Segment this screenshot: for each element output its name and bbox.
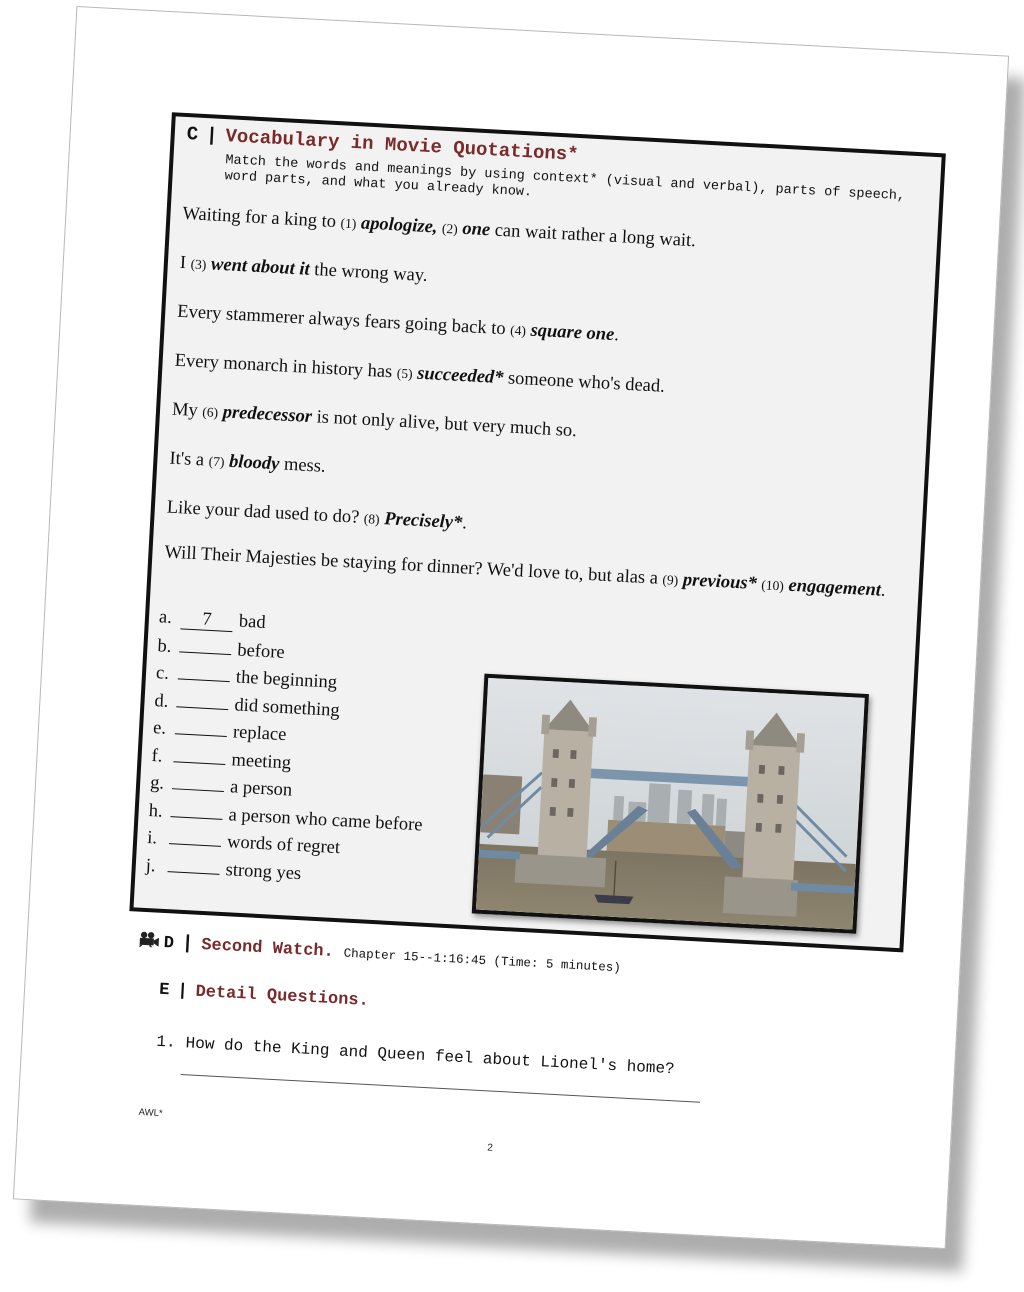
quote-text: It's a <box>168 448 210 471</box>
section-separator: | <box>176 981 189 1002</box>
quote-item: Every monarch in history has (5) succeed… <box>174 350 914 412</box>
meaning-text: meeting <box>231 749 292 773</box>
quote-text: the wrong way. <box>309 259 428 287</box>
answer-blank[interactable] <box>177 660 231 683</box>
vocab-word: square one <box>530 320 615 346</box>
quote-text: Like your dad used to do? <box>166 497 365 529</box>
quote-text: Every monarch in history has <box>174 350 398 383</box>
quote-number: (7) <box>208 453 225 470</box>
worksheet-page: C | Vocabulary in Movie Quotations* Match … <box>12 5 1010 1250</box>
quote-list: Waiting for a king to (1) apologize, (2)… <box>162 203 922 630</box>
answer-blank[interactable] <box>174 715 228 738</box>
answer-blank[interactable]: 7 <box>180 610 234 633</box>
tower-bridge-photo <box>471 673 869 934</box>
quote-text: mess. <box>278 454 327 477</box>
vocab-word: engagement <box>787 575 882 601</box>
section-c-box: C | Vocabulary in Movie Quotations* Match … <box>129 112 946 953</box>
vocab-word: predecessor <box>222 402 313 428</box>
item-letter: e. <box>152 718 167 739</box>
vocab-word: apologize <box>360 213 434 238</box>
answer-blank[interactable] <box>179 632 233 655</box>
quote-number: (3) <box>190 256 207 273</box>
answer-blank[interactable] <box>176 687 230 710</box>
quote-item: Every stammerer always fears going back … <box>177 301 917 363</box>
section-letter: E <box>158 980 170 1001</box>
meaning-text: bad <box>238 611 267 633</box>
section-d-header: D | Second Watch. Chapter 15--1:16:45 (Time… <box>137 930 621 978</box>
meaning-text: did something <box>233 694 341 721</box>
question-text: How do the King and Queen feel about Lio… <box>185 1034 676 1079</box>
vocab-word: succeeded* <box>416 363 504 389</box>
quote-text: can wait rather a long wait. <box>489 220 697 252</box>
answer-blank[interactable] <box>168 825 222 847</box>
item-letter: f. <box>151 745 163 767</box>
answer-blank[interactable] <box>173 742 227 765</box>
quote-number: (9) <box>662 572 679 588</box>
item-letter: h. <box>148 800 164 822</box>
answer-blank[interactable] <box>171 770 225 792</box>
meaning-text: a person <box>229 777 293 801</box>
item-letter: c. <box>155 663 170 684</box>
quote-number: (10) <box>760 577 785 594</box>
quote-text: . <box>613 325 620 346</box>
quote-text: someone who's dead. <box>502 368 666 397</box>
item-letter: a. <box>158 607 173 628</box>
meaning-text: the beginning <box>235 667 338 693</box>
item-letter: i. <box>146 827 158 849</box>
quote-item: My (6) predecessor is not only alive, bu… <box>171 399 911 461</box>
answer-blank[interactable] <box>170 797 224 820</box>
vocab-word: went about it <box>210 254 311 280</box>
quote-text: . <box>880 580 887 601</box>
quote-item: I (3) went about it the wrong way. <box>179 252 919 314</box>
quote-text: Will Their Majesties be staying for dinn… <box>163 542 664 589</box>
quote-text: is not only alive, but very much so. <box>311 407 578 442</box>
meaning-text: before <box>236 639 286 663</box>
item-letter: b. <box>156 635 172 657</box>
vocab-word: one <box>461 218 491 241</box>
quote-number: (5) <box>396 365 413 382</box>
section-separator: | <box>181 931 194 955</box>
meaning-text: replace <box>232 722 287 746</box>
meaning-text: strong yes <box>225 859 302 884</box>
chapter-timestamp: Chapter 15--1:16:45 (Time: 5 minutes) <box>343 946 622 976</box>
section-title: Detail Questions. <box>195 982 370 1011</box>
quote-number: (6) <box>201 404 219 421</box>
section-e-header: E | Detail Questions. <box>159 981 370 1011</box>
quote-number: (1) <box>340 215 357 232</box>
film-camera-icon <box>137 931 160 948</box>
section-letter: C <box>186 123 199 146</box>
section-title: Second Watch. <box>200 935 335 963</box>
footer-note: AWL* <box>138 1106 163 1120</box>
question-item: 1. How do the King and Queen feel about L… <box>156 1033 675 1079</box>
quote-number: (8) <box>363 511 381 527</box>
vocab-word: Precisely* <box>383 509 463 534</box>
quote-item: It's a (7) bloody mess. <box>169 448 909 510</box>
matching-list: a. 7 bad b. before c. the beginning d. did so… <box>145 604 433 893</box>
quote-number: (2) <box>441 220 459 237</box>
vocab-word: bloody <box>228 451 280 475</box>
quote-number: (4) <box>509 322 527 339</box>
vocab-word: previous* <box>682 570 758 595</box>
question-number: 1. <box>155 1032 177 1052</box>
meaning-text: words of regret <box>226 832 341 859</box>
quote-text: Waiting for a king to <box>182 203 342 233</box>
tower-bridge-illustration <box>475 677 865 930</box>
item-letter: g. <box>149 773 165 794</box>
item-letter: j. <box>145 855 157 876</box>
answer-blank[interactable] <box>167 852 221 875</box>
quote-text: My <box>171 399 203 422</box>
item-letter: d. <box>154 690 169 712</box>
page-number: 2 <box>486 1142 494 1154</box>
quote-text: Every stammerer always fears going back … <box>176 301 511 340</box>
section-letter: D <box>163 933 175 954</box>
section-separator: | <box>205 124 219 147</box>
answer-line[interactable] <box>180 1074 701 1103</box>
quote-text: . <box>461 513 468 534</box>
